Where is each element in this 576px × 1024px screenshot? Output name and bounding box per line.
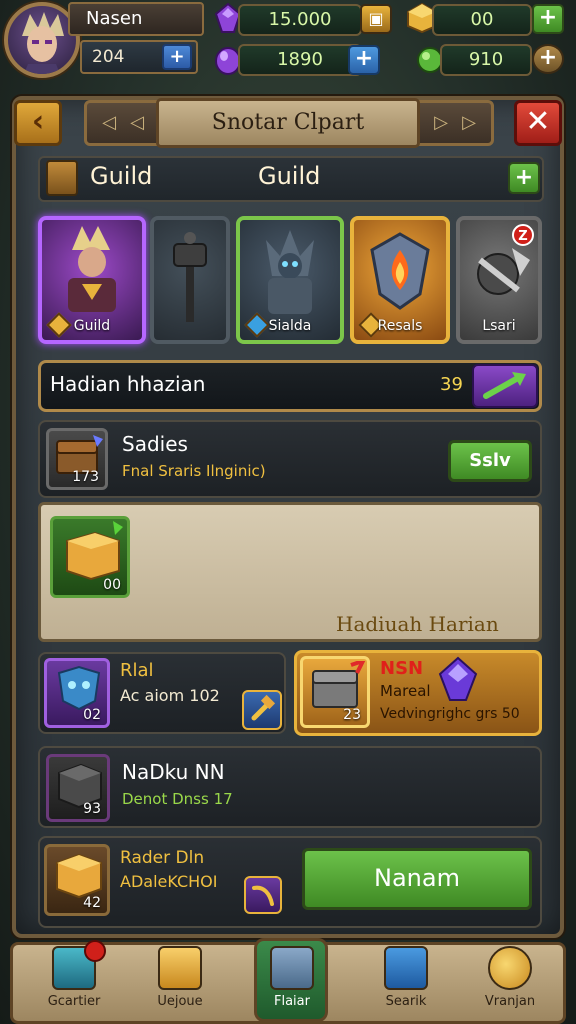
- guild-title: Guild: [258, 162, 321, 190]
- blue-mask-icon: [57, 665, 101, 711]
- hero-card-2[interactable]: [150, 216, 230, 344]
- back-button[interactable]: ‹: [14, 100, 62, 146]
- gold-crate-icon: [66, 521, 123, 581]
- item-count: 173: [72, 469, 99, 485]
- item-count: 00: [103, 577, 121, 593]
- scroll-icon: [252, 885, 274, 906]
- item-count: 42: [83, 895, 101, 911]
- nav-label: Vranjan: [484, 994, 536, 1009]
- row-subtitle: Mareal: [380, 682, 431, 700]
- hero-portrait-icon: [22, 12, 64, 74]
- mask-item[interactable]: 02: [44, 658, 110, 728]
- row-detail: Vedvingrighc grs 50: [380, 706, 520, 722]
- shop-chest-button[interactable]: ▣: [360, 4, 392, 34]
- gems-counter: 15.000: [238, 4, 362, 36]
- gold-cube-icon: [56, 853, 102, 899]
- level-plus-button[interactable]: +: [162, 44, 192, 70]
- hero-card-3[interactable]: Sialda: [236, 216, 344, 344]
- guild-label: Guild: [90, 162, 153, 190]
- flame-shield-icon: [370, 232, 430, 310]
- shop-chest-icon: ▣: [368, 9, 384, 28]
- purple-crystal-icon: [438, 656, 478, 701]
- page-title: Snotar Clpart: [156, 98, 420, 148]
- dark-box-item[interactable]: 93: [46, 754, 110, 822]
- coin-icon: [488, 946, 532, 990]
- close-button[interactable]: ✕: [514, 100, 562, 146]
- guild-crest-icon: [46, 160, 78, 196]
- row-subtitle: ADaleKCHOI: [120, 872, 218, 891]
- nav-label: Searik: [385, 994, 427, 1009]
- title-left-chevron-icon: ◁: [102, 112, 116, 133]
- row-title: NaDku NN: [122, 760, 225, 784]
- plus-icon: +: [538, 5, 558, 30]
- row-title: NSN: [380, 658, 424, 679]
- nav-item-searik[interactable]: Searik: [358, 946, 454, 1020]
- title-right-chevron-icon: ▷: [434, 112, 448, 133]
- hammer-icon: [251, 694, 276, 721]
- plus-icon: +: [514, 165, 534, 190]
- chest-item[interactable]: 173: [46, 428, 108, 490]
- row-subtitle: Fnal Sraris Ilnginic): [122, 462, 266, 480]
- daily-quest-title: Hadian hhazian: [50, 372, 206, 396]
- primary-action-button[interactable]: Nanam: [302, 848, 532, 910]
- crystal-icon: [52, 940, 106, 990]
- hero-warrior-icon: [68, 226, 116, 312]
- potion-icon: [384, 946, 428, 990]
- armored-knight-icon: [266, 230, 314, 314]
- iron-chest-icon: [312, 657, 367, 708]
- notification-dot: [84, 940, 106, 962]
- nav-label: Flaiar: [274, 994, 310, 1009]
- quest-row-nadku: [38, 746, 542, 828]
- player-name: Nasen: [68, 2, 204, 36]
- item-count: 02: [83, 707, 101, 723]
- steel-chest-item[interactable]: 23: [300, 656, 370, 728]
- green-arrow-icon: [483, 372, 526, 399]
- daily-quest-count: 39: [440, 374, 463, 395]
- gold-plus-button[interactable]: +: [532, 4, 564, 34]
- hero-card-label: Sialda: [268, 318, 312, 334]
- title-right-chevron-icon-2: ▷: [462, 112, 476, 133]
- claim-button[interactable]: Sslv: [448, 440, 532, 482]
- hero-card-label: Guild: [73, 318, 111, 334]
- item-count: 93: [83, 801, 101, 817]
- hero-card-5[interactable]: Z Lsari: [456, 216, 542, 344]
- guild-add-button[interactable]: +: [508, 162, 540, 194]
- notification-badge: Z: [512, 224, 534, 246]
- orb-counter: 910: [440, 44, 532, 76]
- item-count: 23: [343, 707, 361, 723]
- nav-item-flaiar[interactable]: Flaiar: [244, 946, 340, 1020]
- scroll-button[interactable]: [244, 876, 282, 914]
- daily-reward-label: Hadiuah Harian: [336, 612, 499, 636]
- crystal-counter: 1890: [238, 44, 362, 76]
- gold-cube-item[interactable]: 42: [44, 844, 110, 916]
- nav-label: Uejoue: [157, 994, 203, 1009]
- nav-item-gcartier[interactable]: Gcartier: [26, 940, 122, 1020]
- quest-go-button[interactable]: [472, 364, 538, 408]
- row-subtitle: Ac aiom 102: [120, 686, 220, 705]
- hero-card-label: Resals: [377, 318, 423, 334]
- nav-item-vranjan[interactable]: Vranjan: [462, 946, 558, 1020]
- plus-icon: +: [538, 45, 558, 70]
- hero-card-label: Lsari: [482, 318, 516, 334]
- plus-icon: +: [354, 46, 374, 71]
- close-icon: ✕: [525, 104, 551, 139]
- box-icon: [270, 946, 314, 990]
- nav-label: Gcartier: [47, 994, 101, 1009]
- gold-counter: 00: [432, 4, 532, 36]
- hero-card-1[interactable]: Guild: [38, 216, 146, 344]
- gold-cube-icon: [158, 946, 202, 990]
- row-title: Rader Dln: [120, 848, 205, 868]
- upgrade-button[interactable]: [242, 690, 282, 730]
- row-subtitle: Denot Dnss 17: [122, 790, 233, 808]
- hero-card-4[interactable]: Resals: [350, 216, 450, 344]
- row-title: Sadies: [122, 432, 188, 456]
- title-left-chevron-icon-2: ◁: [130, 112, 144, 133]
- crystal-plus-button[interactable]: +: [348, 45, 380, 75]
- reward-item[interactable]: 00: [50, 516, 130, 598]
- orb-plus-button[interactable]: +: [532, 44, 564, 74]
- totem-icon: [173, 232, 207, 322]
- nav-item-uejoue[interactable]: Uejoue: [132, 946, 228, 1020]
- chevron-left-icon: ‹: [31, 104, 45, 139]
- row-title: Rlal: [120, 660, 154, 681]
